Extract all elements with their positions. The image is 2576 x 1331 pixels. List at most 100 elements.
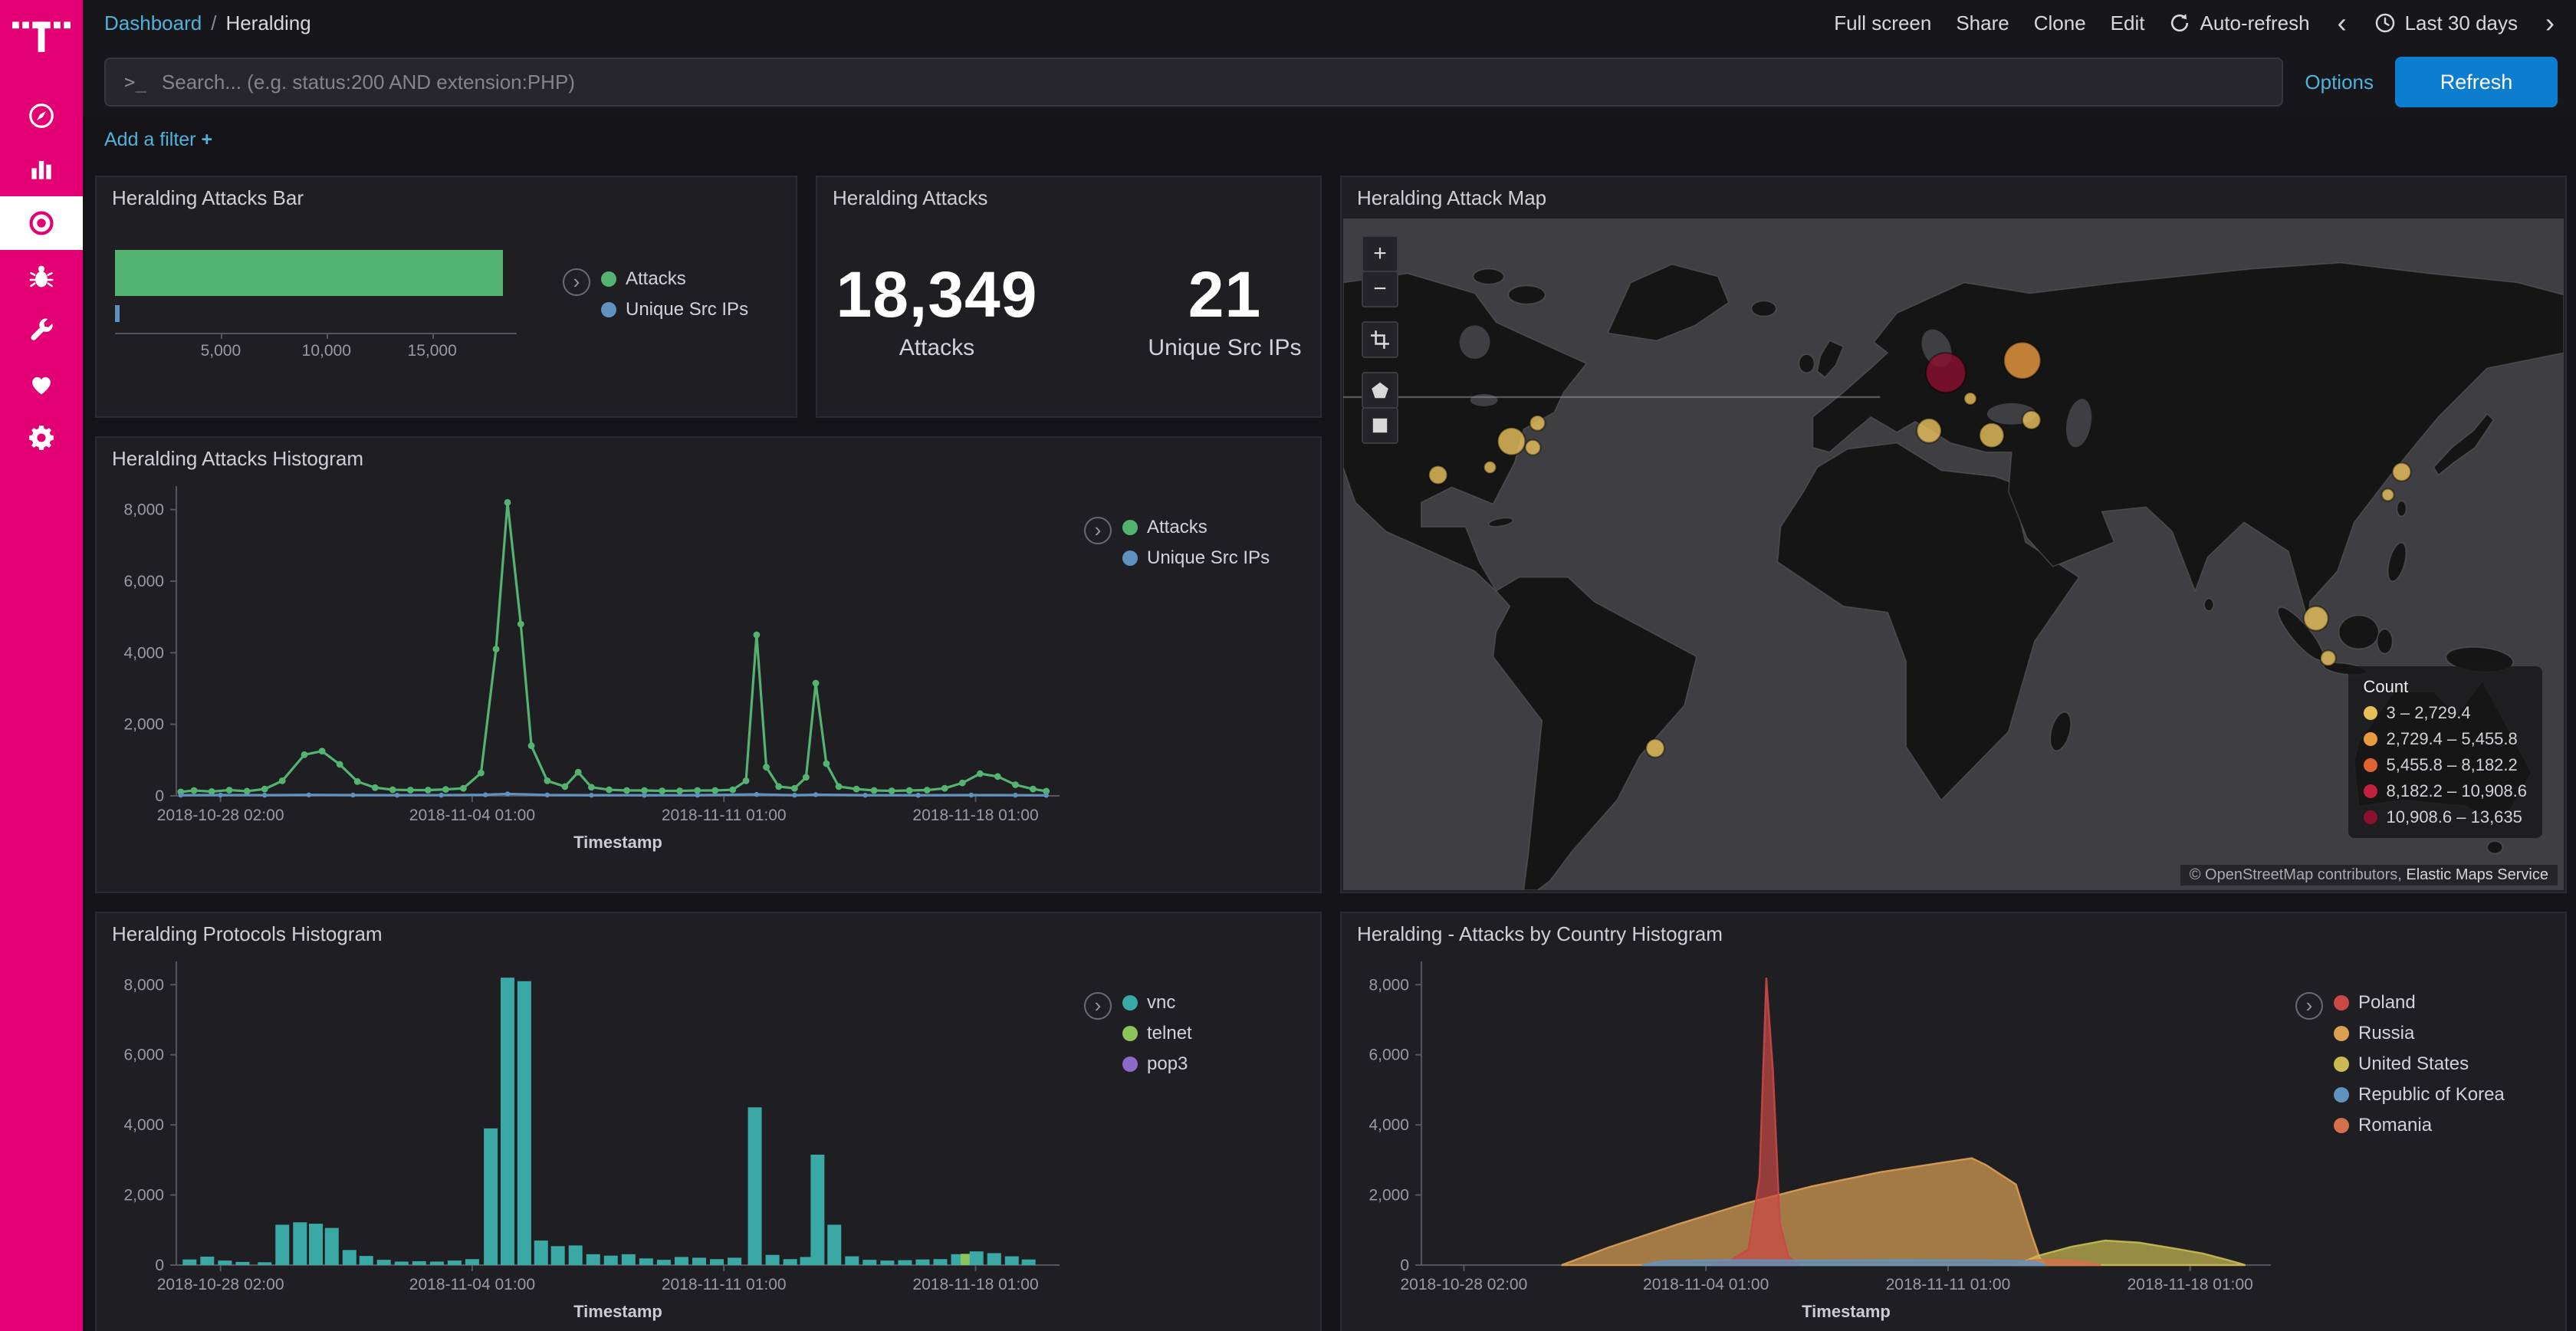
svg-text:Timestamp: Timestamp — [1802, 1302, 1891, 1321]
svg-text:4,000: 4,000 — [123, 644, 164, 662]
plus-icon: + — [201, 129, 212, 150]
legend-toggle-icon[interactable] — [1084, 517, 1112, 544]
clone-button[interactable]: Clone — [2034, 12, 2086, 35]
time-forward-button[interactable]: › — [2542, 9, 2558, 37]
legend-item[interactable]: Attacks — [1122, 517, 1270, 538]
legend-label: 5,455.8 – 8,182.2 — [2387, 755, 2518, 775]
breadcrumb: Dashboard / Heralding — [104, 12, 311, 35]
sidebar-item-wrench[interactable] — [0, 304, 83, 357]
legend-label: Poland — [2358, 992, 2416, 1014]
svg-text:2,000: 2,000 — [1368, 1187, 1409, 1204]
attacks-histogram-legend: Attacks Unique Src IPs — [1122, 517, 1270, 863]
add-filter-link[interactable]: Add a filter + — [104, 129, 212, 150]
legend-color-dot — [1122, 520, 1138, 535]
legend-item[interactable]: 2,729.4 – 5,455.8 — [2364, 729, 2528, 749]
legend-item[interactable]: 8,182.2 – 10,908.6 — [2364, 781, 2528, 801]
right-column: Heralding Attack Map — [1340, 176, 2567, 1331]
sidebar-item-compass[interactable] — [0, 89, 83, 143]
refresh-button[interactable]: Refresh — [2395, 57, 2558, 107]
bar-attacks[interactable] — [115, 250, 503, 296]
search-input[interactable] — [162, 71, 2263, 94]
sidebar-item-bar-chart[interactable] — [0, 143, 83, 196]
svg-text:2018-11-18 01:00: 2018-11-18 01:00 — [912, 807, 1038, 824]
map-fit-bounds-button[interactable] — [1362, 321, 1398, 358]
legend-item[interactable]: Republic of Korea — [2334, 1084, 2505, 1106]
legend-item[interactable]: pop3 — [1122, 1053, 1192, 1075]
legend-toggle-icon[interactable] — [563, 268, 590, 296]
auto-refresh-button[interactable]: Auto-refresh — [2169, 12, 2309, 35]
legend-color-dot — [2364, 784, 2377, 798]
sidebar — [0, 0, 83, 1331]
map-legend-items: 3 – 2,729.4 2,729.4 – 5,455.8 5,455.8 – 8,… — [2364, 703, 2528, 827]
legend-label: vnc — [1147, 992, 1175, 1014]
metric-label: Attacks — [836, 335, 1037, 361]
legend-label: Attacks — [626, 268, 686, 290]
rectangle-icon — [1370, 416, 1390, 435]
legend-item[interactable]: Unique Src IPs — [601, 299, 748, 320]
legend-label: Unique Src IPs — [1147, 547, 1270, 569]
sidebar-item-heartbeat[interactable] — [0, 357, 83, 411]
share-button[interactable]: Share — [1956, 12, 2009, 35]
map-zoom-out-button[interactable] — [1362, 271, 1398, 307]
bar-unique-src-ips[interactable] — [115, 305, 120, 322]
dashboard-grid: Heralding Attacks Bar 5,00010,00015,000 … — [83, 157, 2576, 1331]
refresh-icon — [2169, 12, 2190, 34]
legend-color-dot — [2364, 758, 2377, 772]
clock-icon — [2374, 12, 2396, 34]
panel-attack-map: Heralding Attack Map — [1340, 176, 2567, 893]
options-link[interactable]: Options — [2305, 71, 2374, 94]
legend-item[interactable]: 5,455.8 – 8,182.2 — [2364, 755, 2528, 775]
attacks-bar-chart: 5,00010,00015,000 — [115, 235, 517, 366]
svg-text:2018-11-11 01:00: 2018-11-11 01:00 — [662, 807, 787, 824]
app-root: Dashboard / Heralding Full screen Share … — [0, 0, 2576, 1331]
full-screen-button[interactable]: Full screen — [1834, 12, 1931, 35]
panel-attacks-metric: Heralding Attacks 18,349 Attacks 21 Uniq… — [816, 176, 1322, 418]
legend-label: Romania — [2358, 1115, 2432, 1136]
legend-label: Unique Src IPs — [626, 299, 748, 320]
legend-item[interactable]: Unique Src IPs — [1122, 547, 1270, 569]
edit-button[interactable]: Edit — [2111, 12, 2145, 35]
legend-item[interactable]: Poland — [2334, 992, 2505, 1014]
metric-unique-src-ips: 21 Unique Src IPs — [1148, 258, 1301, 361]
panel-title: Heralding Attack Map — [1342, 177, 2565, 213]
telekom-logo[interactable] — [12, 14, 71, 58]
svg-text:8,000: 8,000 — [1368, 976, 1409, 994]
legend-color-dot — [2334, 1087, 2349, 1103]
legend-item[interactable]: 10,908.6 – 13,635 — [2364, 807, 2528, 827]
legend-toggle-icon[interactable] — [1084, 992, 1112, 1020]
time-range-button[interactable]: Last 30 days — [2374, 12, 2518, 35]
map-zoom-in-button[interactable] — [1362, 235, 1398, 272]
panel-protocols-histogram: Heralding Protocols Histogram 02,0004,00… — [95, 912, 1322, 1331]
legend-item[interactable]: Attacks — [601, 268, 748, 290]
attack-map[interactable]: Count 3 – 2,729.42,729.4 – 5,455.85,455.… — [1343, 219, 2564, 890]
legend-color-dot — [1122, 1026, 1138, 1041]
legend-item[interactable]: vnc — [1122, 992, 1192, 1014]
svg-text:2018-11-11 01:00: 2018-11-11 01:00 — [1886, 1276, 2011, 1293]
crop-icon — [1370, 330, 1390, 350]
breadcrumb-dashboard[interactable]: Dashboard — [104, 12, 202, 35]
sidebar-item-gear[interactable] — [0, 411, 83, 465]
legend-item[interactable]: telnet — [1122, 1023, 1192, 1044]
legend-item[interactable]: Russia — [2334, 1023, 2505, 1044]
legend-item[interactable]: United States — [2334, 1053, 2505, 1075]
legend-color-dot — [2364, 732, 2377, 746]
map-polygon-tool-button[interactable] — [1362, 372, 1398, 409]
country-histogram-chart: 02,0004,0006,0008,0002018-10-28 02:00201… — [1342, 949, 2289, 1331]
legend-color-dot — [1122, 1057, 1138, 1072]
sidebar-item-target[interactable] — [0, 196, 83, 250]
svg-text:2018-11-04 01:00: 2018-11-04 01:00 — [409, 807, 535, 824]
sidebar-item-bug[interactable] — [0, 250, 83, 304]
legend-toggle-icon[interactable] — [2295, 992, 2323, 1020]
legend-label: 3 – 2,729.4 — [2387, 703, 2471, 723]
polygon-icon — [1370, 380, 1390, 400]
legend-item[interactable]: Romania — [2334, 1115, 2505, 1136]
legend-item[interactable]: 3 – 2,729.4 — [2364, 703, 2528, 723]
legend-color-dot — [2334, 1118, 2349, 1133]
time-back-button[interactable]: ‹ — [2334, 9, 2350, 37]
search-box[interactable]: >_ — [104, 58, 2283, 107]
legend-label: Russia — [2358, 1023, 2414, 1044]
svg-text:0: 0 — [155, 1257, 164, 1274]
map-rectangle-tool-button[interactable] — [1362, 407, 1398, 444]
legend-label: United States — [2358, 1053, 2469, 1075]
legend-color-dot — [2334, 1057, 2349, 1072]
